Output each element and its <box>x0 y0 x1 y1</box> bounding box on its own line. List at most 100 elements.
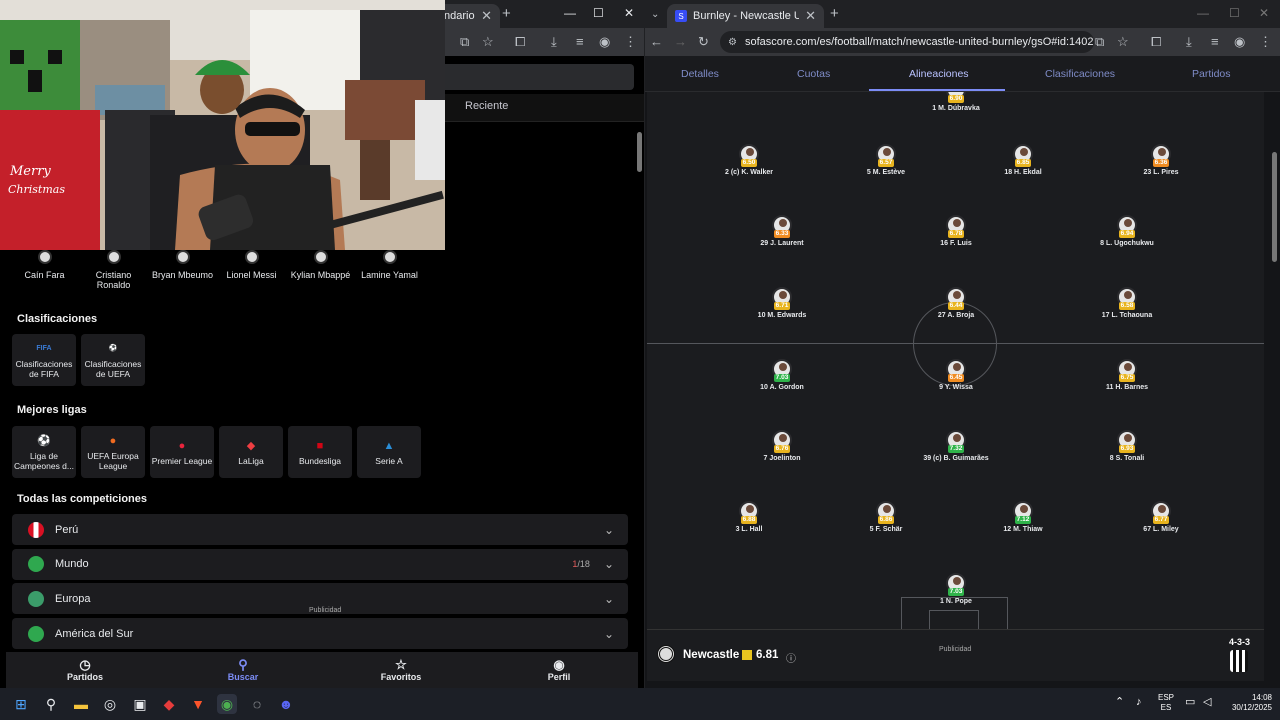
downloads-icon[interactable]: ⤓ <box>551 34 557 50</box>
lineup-player[interactable]: 6.94 8 L. Ugochukwu <box>1087 215 1167 247</box>
back-icon[interactable]: ← <box>650 34 663 50</box>
lineup-player[interactable]: 6.71 10 M. Edwards <box>742 287 822 319</box>
competition-row[interactable]: América del Sur ⌄ <box>12 618 628 650</box>
media-icon[interactable]: ◆ <box>159 694 179 714</box>
competition-row[interactable]: Mundo 1/18 ⌄ <box>12 548 628 580</box>
install-app-icon[interactable]: ⧉ <box>460 34 469 50</box>
player-card[interactable]: Bryan Mbeumo <box>148 250 217 290</box>
network-icon[interactable]: ▭ <box>1185 697 1195 708</box>
lineup-player[interactable]: 6.90 1 M. Dúbravka <box>916 92 996 112</box>
minimize-icon[interactable]: — <box>1197 6 1209 20</box>
chevron-down-icon[interactable]: ⌄ <box>604 523 614 537</box>
scrollbar-thumb[interactable] <box>637 132 642 172</box>
tray-chevron-icon[interactable]: ⌃ <box>1115 697 1124 708</box>
windows-start-icon[interactable]: ⊞ <box>11 694 31 714</box>
bookmark-star-icon[interactable]: ☆ <box>1117 34 1129 50</box>
volume-icon[interactable]: ◁ <box>1203 697 1211 708</box>
player-card[interactable]: Kylian Mbappé <box>286 250 355 290</box>
close-window-icon[interactable]: ✕ <box>1259 6 1269 20</box>
close-tab-icon[interactable]: ✕ <box>805 8 816 24</box>
lineup-player[interactable]: 6.45 9 Y. Wissa <box>916 359 996 391</box>
nav-buscar[interactable]: ⚲ Buscar <box>183 658 303 683</box>
reading-list-icon[interactable]: ≡ <box>1211 34 1219 50</box>
new-tab-icon[interactable]: + <box>830 5 839 22</box>
league-card[interactable]: ◆ LaLiga <box>219 426 283 478</box>
lineup-player[interactable]: 7.03 10 A. Gordon <box>742 359 822 391</box>
lineup-player[interactable]: 6.33 29 J. Laurent <box>742 215 822 247</box>
close-tab-icon[interactable]: ✕ <box>481 8 492 24</box>
lineup-player[interactable]: 6.57 5 M. Estève <box>846 144 926 176</box>
menu-icon[interactable]: ⋮ <box>1259 34 1272 50</box>
nav-favoritos[interactable]: ☆ Favoritos <box>341 658 461 683</box>
tab-clasificaciones[interactable]: Clasificaciones <box>1045 68 1115 80</box>
ranking-card[interactable]: FIFA Clasificaciones de FIFA <box>12 334 76 386</box>
extensions-icon[interactable]: ⧠ <box>1151 34 1161 50</box>
chrome-icon[interactable]: ◉ <box>217 694 237 714</box>
tab-detalles[interactable]: Detalles <box>681 68 719 80</box>
brave-icon[interactable]: ▼ <box>188 694 208 714</box>
reading-list-icon[interactable]: ≡ <box>576 34 584 50</box>
scrollbar-thumb[interactable] <box>1272 152 1277 262</box>
tab-search-icon[interactable]: ⌄ <box>651 7 659 23</box>
league-card[interactable]: ● UEFA Europa League <box>81 426 145 478</box>
minimize-icon[interactable]: — <box>564 6 576 20</box>
lineup-player[interactable]: 6.50 2 (c) K. Walker <box>709 144 789 176</box>
lineup-player[interactable]: 6.88 3 L. Hall <box>709 501 789 533</box>
player-card[interactable]: Caín Fara <box>10 250 79 290</box>
chevron-down-icon[interactable]: ⌄ <box>604 592 614 606</box>
tab-cuotas[interactable]: Cuotas <box>797 68 830 80</box>
microphone-icon[interactable]: ♪ <box>1136 697 1142 708</box>
chevron-down-icon[interactable]: ⌄ <box>604 557 614 571</box>
lineup-player[interactable]: 6.85 18 H. Ekdal <box>983 144 1063 176</box>
maximize-icon[interactable]: ☐ <box>593 6 604 20</box>
site-info-icon[interactable]: ⚙ <box>728 37 737 48</box>
maximize-icon[interactable]: ☐ <box>1229 6 1240 20</box>
install-app-icon[interactable]: ⧉ <box>1095 34 1104 50</box>
obs-icon[interactable]: ◎ <box>100 694 120 714</box>
language-indicator[interactable]: ESP ES <box>1158 693 1174 713</box>
ranking-card[interactable]: ⚽ Clasificaciones de UEFA <box>81 334 145 386</box>
lineup-player[interactable]: 6.76 7 Joelinton <box>742 430 822 462</box>
lineup-player[interactable]: 7.12 12 M. Thiaw <box>983 501 1063 533</box>
close-window-icon[interactable]: ✕ <box>624 6 634 20</box>
lineup-player[interactable]: 6.75 11 H. Barnes <box>1087 359 1167 391</box>
new-tab-icon[interactable]: + <box>502 5 511 22</box>
discord-icon[interactable]: ☻ <box>276 694 296 714</box>
app-icon[interactable]: ▣ <box>130 694 150 714</box>
lineup-player[interactable]: 6.58 17 L. Tchaouna <box>1087 287 1167 319</box>
tab-reciente[interactable]: Reciente <box>465 100 508 112</box>
profile-icon[interactable]: ◉ <box>599 34 610 50</box>
competition-row[interactable]: Perú ⌄ <box>12 514 628 545</box>
lineup-player[interactable]: 7.32 39 (c) B. Guimarães <box>916 430 996 462</box>
file-explorer-icon[interactable]: ▬ <box>71 694 91 714</box>
player-card[interactable]: Cristiano Ronaldo <box>79 250 148 290</box>
tab-alineaciones[interactable]: Alineaciones <box>909 68 969 80</box>
lineup-player[interactable]: 6.78 16 F. Luis <box>916 215 996 247</box>
nav-perfil[interactable]: ◉ Perfil <box>499 658 619 683</box>
player-card[interactable]: Lionel Messi <box>217 250 286 290</box>
info-icon[interactable]: ⓘ <box>786 650 796 665</box>
scrollbar[interactable] <box>637 122 642 652</box>
lineup-player[interactable]: 6.93 8 S. Tonali <box>1087 430 1167 462</box>
downloads-icon[interactable]: ⤓ <box>1186 34 1192 50</box>
address-bar[interactable]: ⚙ sofascore.com/es/football/match/newcas… <box>720 31 1094 53</box>
scrollbar[interactable] <box>1272 92 1278 632</box>
lineup-player[interactable]: 6.77 67 L. Miley <box>1121 501 1201 533</box>
tab-partidos[interactable]: Partidos <box>1192 68 1231 80</box>
menu-icon[interactable]: ⋮ <box>624 34 637 50</box>
league-card[interactable]: ■ Bundesliga <box>288 426 352 478</box>
league-card[interactable]: ▲ Serie A <box>357 426 421 478</box>
chevron-down-icon[interactable]: ⌄ <box>604 627 614 641</box>
nav-partidos[interactable]: ◷ Partidos <box>25 658 145 683</box>
clock[interactable]: 14:08 30/12/2025 <box>1222 693 1272 713</box>
league-card[interactable]: ⚽ Liga de Campeones d... <box>12 426 76 478</box>
reload-icon[interactable]: ↻ <box>698 34 709 50</box>
search-icon[interactable]: ⚲ <box>41 694 61 714</box>
profile-icon[interactable]: ◉ <box>1234 34 1245 50</box>
league-card[interactable]: ● Premier League <box>150 426 214 478</box>
lineup-player[interactable]: 6.36 23 L. Pires <box>1121 144 1201 176</box>
app2-icon[interactable]: ◌ <box>247 694 267 714</box>
bookmark-star-icon[interactable]: ☆ <box>482 34 494 50</box>
player-card[interactable]: Lamine Yamal <box>355 250 424 290</box>
forward-icon[interactable]: → <box>674 34 687 50</box>
